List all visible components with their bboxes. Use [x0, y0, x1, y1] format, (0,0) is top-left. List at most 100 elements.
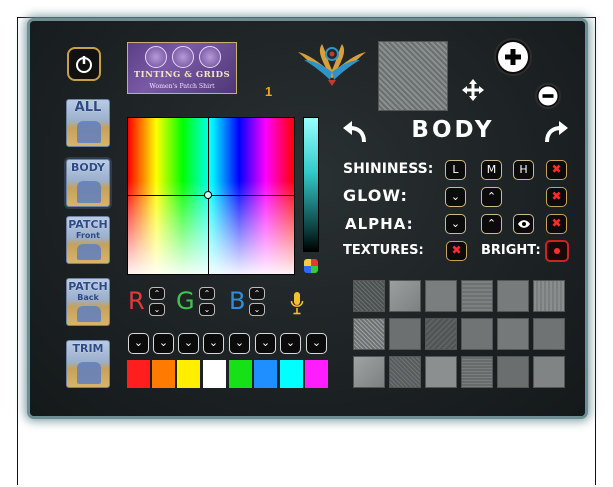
swatch-menu-button[interactable]: ⌄ [203, 333, 224, 354]
power-icon [76, 56, 92, 73]
section-title: BODY [411, 117, 495, 143]
logo-title: TINTING & GRIDS [133, 70, 231, 80]
swatch-menu-button[interactable]: ⌄ [153, 333, 174, 354]
chevron-down-icon: ⌄ [260, 336, 271, 349]
color-swatch-red[interactable] [127, 360, 150, 388]
shirt-icon [77, 244, 101, 260]
glow-label: GLOW: [343, 186, 408, 205]
sidebar-item-sublabel: Front [76, 231, 100, 240]
microphone-icon[interactable] [290, 291, 304, 315]
alpha-label: ALPHA: [345, 215, 414, 233]
blue-stepper[interactable]: ⌃ ⌄ [249, 287, 265, 317]
red-channel-label: R [128, 287, 145, 315]
glow-clear-button[interactable]: ✖ [546, 187, 567, 207]
shirt-icon [77, 121, 101, 143]
color-swatch-magenta[interactable] [305, 360, 328, 388]
indicator-dot [554, 248, 560, 254]
shininess-low-button[interactable]: L [445, 160, 466, 180]
texture-tile[interactable] [425, 356, 457, 388]
color-swatch-cyan[interactable] [280, 360, 303, 388]
glow-decrease-button[interactable]: ⌄ [445, 187, 466, 207]
alpha-clear-button[interactable]: ✖ [546, 214, 567, 234]
bright-label: BRIGHT: [481, 243, 541, 258]
texture-tile[interactable] [389, 356, 421, 388]
minus-icon [538, 86, 558, 106]
logo-subtitle: Women's Patch Shirt [149, 83, 215, 90]
chevron-down-icon: ⌄ [450, 190, 461, 203]
shirt-icon [77, 181, 101, 203]
move-icon[interactable] [462, 79, 484, 101]
swatch-menu-button[interactable]: ⌄ [178, 333, 199, 354]
chevron-up-icon[interactable]: ⌃ [199, 287, 215, 300]
shininess-high-button[interactable]: H [513, 160, 534, 180]
texture-tile[interactable] [497, 356, 529, 388]
texture-tile[interactable] [425, 318, 457, 350]
bright-toggle-button[interactable] [545, 240, 569, 262]
texture-tile[interactable] [425, 280, 457, 312]
swatch-menu-button[interactable]: ⌄ [306, 333, 327, 354]
texture-tile[interactable] [533, 356, 565, 388]
alpha-decrease-button[interactable]: ⌄ [445, 214, 466, 234]
texture-preview [378, 41, 448, 111]
swatch-menu-button[interactable]: ⌄ [229, 333, 250, 354]
palette-icon[interactable] [304, 259, 318, 273]
texture-tile[interactable] [461, 318, 493, 350]
shirt-icon [77, 362, 101, 384]
picker-cursor[interactable] [204, 191, 212, 199]
sidebar-item-trim[interactable]: TRIM [66, 340, 110, 388]
chevron-up-icon[interactable]: ⌃ [149, 287, 165, 300]
chevron-down-icon: ⌄ [183, 336, 194, 349]
chevron-down-icon[interactable]: ⌄ [249, 303, 265, 316]
sidebar-item-all[interactable]: ALL [66, 99, 110, 147]
alpha-increase-button[interactable]: ⌃ [481, 214, 502, 234]
sidebar-item-patch-front[interactable]: PATCH Front [66, 216, 110, 264]
red-stepper[interactable]: ⌃ ⌄ [149, 287, 165, 317]
power-button[interactable] [67, 47, 101, 81]
swatch-menu-button[interactable]: ⌄ [280, 333, 301, 354]
textures-clear-button[interactable]: ✖ [446, 241, 467, 261]
shrink-button[interactable] [535, 83, 561, 109]
texture-tile[interactable] [461, 356, 493, 388]
alpha-toggle-button[interactable] [513, 214, 534, 234]
texture-tile[interactable] [497, 280, 529, 312]
texture-tile[interactable] [533, 318, 565, 350]
shininess-clear-button[interactable]: ✖ [546, 160, 567, 180]
enlarge-button[interactable] [494, 38, 532, 76]
shininess-medium-button[interactable]: M [481, 160, 502, 180]
texture-tile[interactable] [461, 280, 493, 312]
swatch-menu-button[interactable]: ⌄ [128, 333, 149, 354]
redo-icon[interactable] [541, 120, 569, 144]
color-swatch-blue[interactable] [254, 360, 277, 388]
sidebar-item-label: ALL [74, 100, 102, 115]
sidebar-item-label: BODY [70, 161, 106, 174]
brightness-slider[interactable] [303, 117, 319, 252]
undo-icon[interactable] [342, 120, 370, 144]
close-icon: ✖ [451, 243, 462, 257]
textures-label: TEXTURES: [343, 243, 424, 258]
sidebar-item-patch-back[interactable]: PATCH Back [66, 278, 110, 326]
chevron-down-icon: ⌄ [158, 336, 169, 349]
glow-increase-button[interactable]: ⌃ [481, 187, 502, 207]
texture-tile[interactable] [389, 280, 421, 312]
shirt-icon [77, 306, 101, 322]
texture-tile[interactable] [353, 318, 385, 350]
color-swatch-yellow[interactable] [177, 360, 200, 388]
product-logo: TINTING & GRIDS Women's Patch Shirt [127, 42, 237, 94]
texture-tile[interactable] [353, 280, 385, 312]
texture-tile[interactable] [389, 318, 421, 350]
chevron-up-icon[interactable]: ⌃ [249, 287, 265, 300]
color-swatch-orange[interactable] [152, 360, 175, 388]
sidebar-item-body[interactable]: BODY [66, 159, 110, 207]
texture-tile[interactable] [353, 356, 385, 388]
chevron-down-icon: ⌄ [234, 336, 245, 349]
chevron-down-icon[interactable]: ⌄ [199, 303, 215, 316]
logo-ornament-circle [199, 46, 221, 68]
swatch-menu-button[interactable]: ⌄ [255, 333, 276, 354]
blue-channel-label: B [229, 287, 246, 315]
color-swatch-white[interactable] [203, 360, 226, 388]
texture-tile[interactable] [533, 280, 565, 312]
chevron-down-icon[interactable]: ⌄ [149, 303, 165, 316]
color-swatch-green[interactable] [229, 360, 252, 388]
texture-tile[interactable] [497, 318, 529, 350]
green-stepper[interactable]: ⌃ ⌄ [199, 287, 215, 317]
